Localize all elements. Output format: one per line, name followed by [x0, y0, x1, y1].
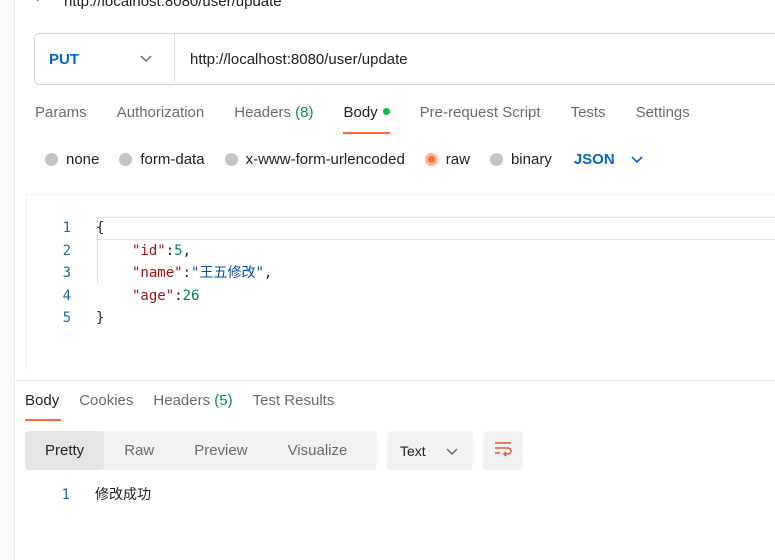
radio-circle	[119, 152, 133, 166]
radio-circle	[489, 152, 503, 166]
radio-urlencoded[interactable]: x-www-form-urlencoded	[224, 151, 405, 168]
method-label: PUT	[49, 50, 79, 68]
tab-settings[interactable]: Settings	[636, 102, 690, 134]
tab-headers[interactable]: Headers (8)	[234, 102, 313, 134]
tab-body[interactable]: Body	[343, 102, 390, 134]
response-tab-body[interactable]: Body	[25, 390, 62, 421]
http-request-icon	[34, 0, 56, 11]
response-divider	[15, 380, 775, 381]
response-tab-test-results[interactable]: Test Results	[253, 390, 335, 421]
request-title-strip: http://localhost:8080/user/update	[34, 0, 282, 13]
radio-none[interactable]: none	[45, 151, 99, 168]
url-input[interactable]	[175, 34, 775, 84]
radio-circle	[45, 152, 58, 166]
radio-raw[interactable]: raw	[424, 151, 470, 168]
response-tab-headers[interactable]: Headers (5)	[153, 390, 232, 421]
tab-pre-request-script[interactable]: Pre-request Script	[420, 102, 541, 134]
chevron-down-icon	[140, 50, 152, 68]
response-view-modes: Pretty Raw Preview Visualize	[25, 431, 377, 470]
code-line: 5}	[62, 310, 105, 326]
tab-params[interactable]: Params	[35, 102, 87, 134]
response-headers-count: (5)	[214, 392, 233, 409]
request-title: http://localhost:8080/user/update	[64, 0, 282, 10]
request-tabs: Params Authorization Headers (8) Body Pr…	[35, 102, 720, 134]
radio-form-data[interactable]: form-data	[119, 151, 205, 168]
tab-authorization[interactable]: Authorization	[117, 102, 205, 134]
response-tab-cookies[interactable]: Cookies	[79, 390, 133, 421]
left-rail	[0, 0, 15, 560]
chevron-down-icon	[446, 443, 458, 459]
tab-tests[interactable]: Tests	[571, 102, 606, 134]
mode-raw[interactable]: Raw	[104, 431, 174, 470]
wrap-lines-icon	[493, 439, 513, 462]
body-modified-dot	[382, 107, 390, 115]
radio-circle	[224, 152, 238, 166]
active-line-highlight	[96, 217, 775, 240]
radio-binary[interactable]: binary	[489, 151, 552, 168]
wrap-lines-button[interactable]	[483, 431, 523, 470]
radio-circle-selected	[424, 152, 438, 166]
body-type-options: none form-data x-www-form-urlencoded raw…	[45, 148, 643, 170]
response-format-label: Text	[400, 442, 426, 459]
code-line: 4 "age":26	[62, 288, 200, 304]
format-label: JSON	[573, 150, 615, 168]
mode-visualize[interactable]: Visualize	[268, 431, 368, 470]
format-select[interactable]: JSON	[574, 151, 643, 168]
headers-count: (8)	[295, 104, 314, 121]
code-line: 1{	[62, 220, 105, 236]
chevron-down-icon	[631, 151, 643, 168]
response-tabs: Body Cookies Headers (5) Test Results	[25, 390, 354, 421]
mode-pretty[interactable]: Pretty	[25, 431, 105, 470]
method-select[interactable]: PUT	[35, 34, 175, 84]
code-line: 2 "id":5,	[62, 243, 192, 259]
url-bar: PUT	[34, 33, 775, 85]
code-line: 3 "name":"王五修改",	[62, 265, 273, 281]
mode-preview[interactable]: Preview	[174, 431, 267, 470]
response-format-select[interactable]: Text	[387, 431, 473, 470]
